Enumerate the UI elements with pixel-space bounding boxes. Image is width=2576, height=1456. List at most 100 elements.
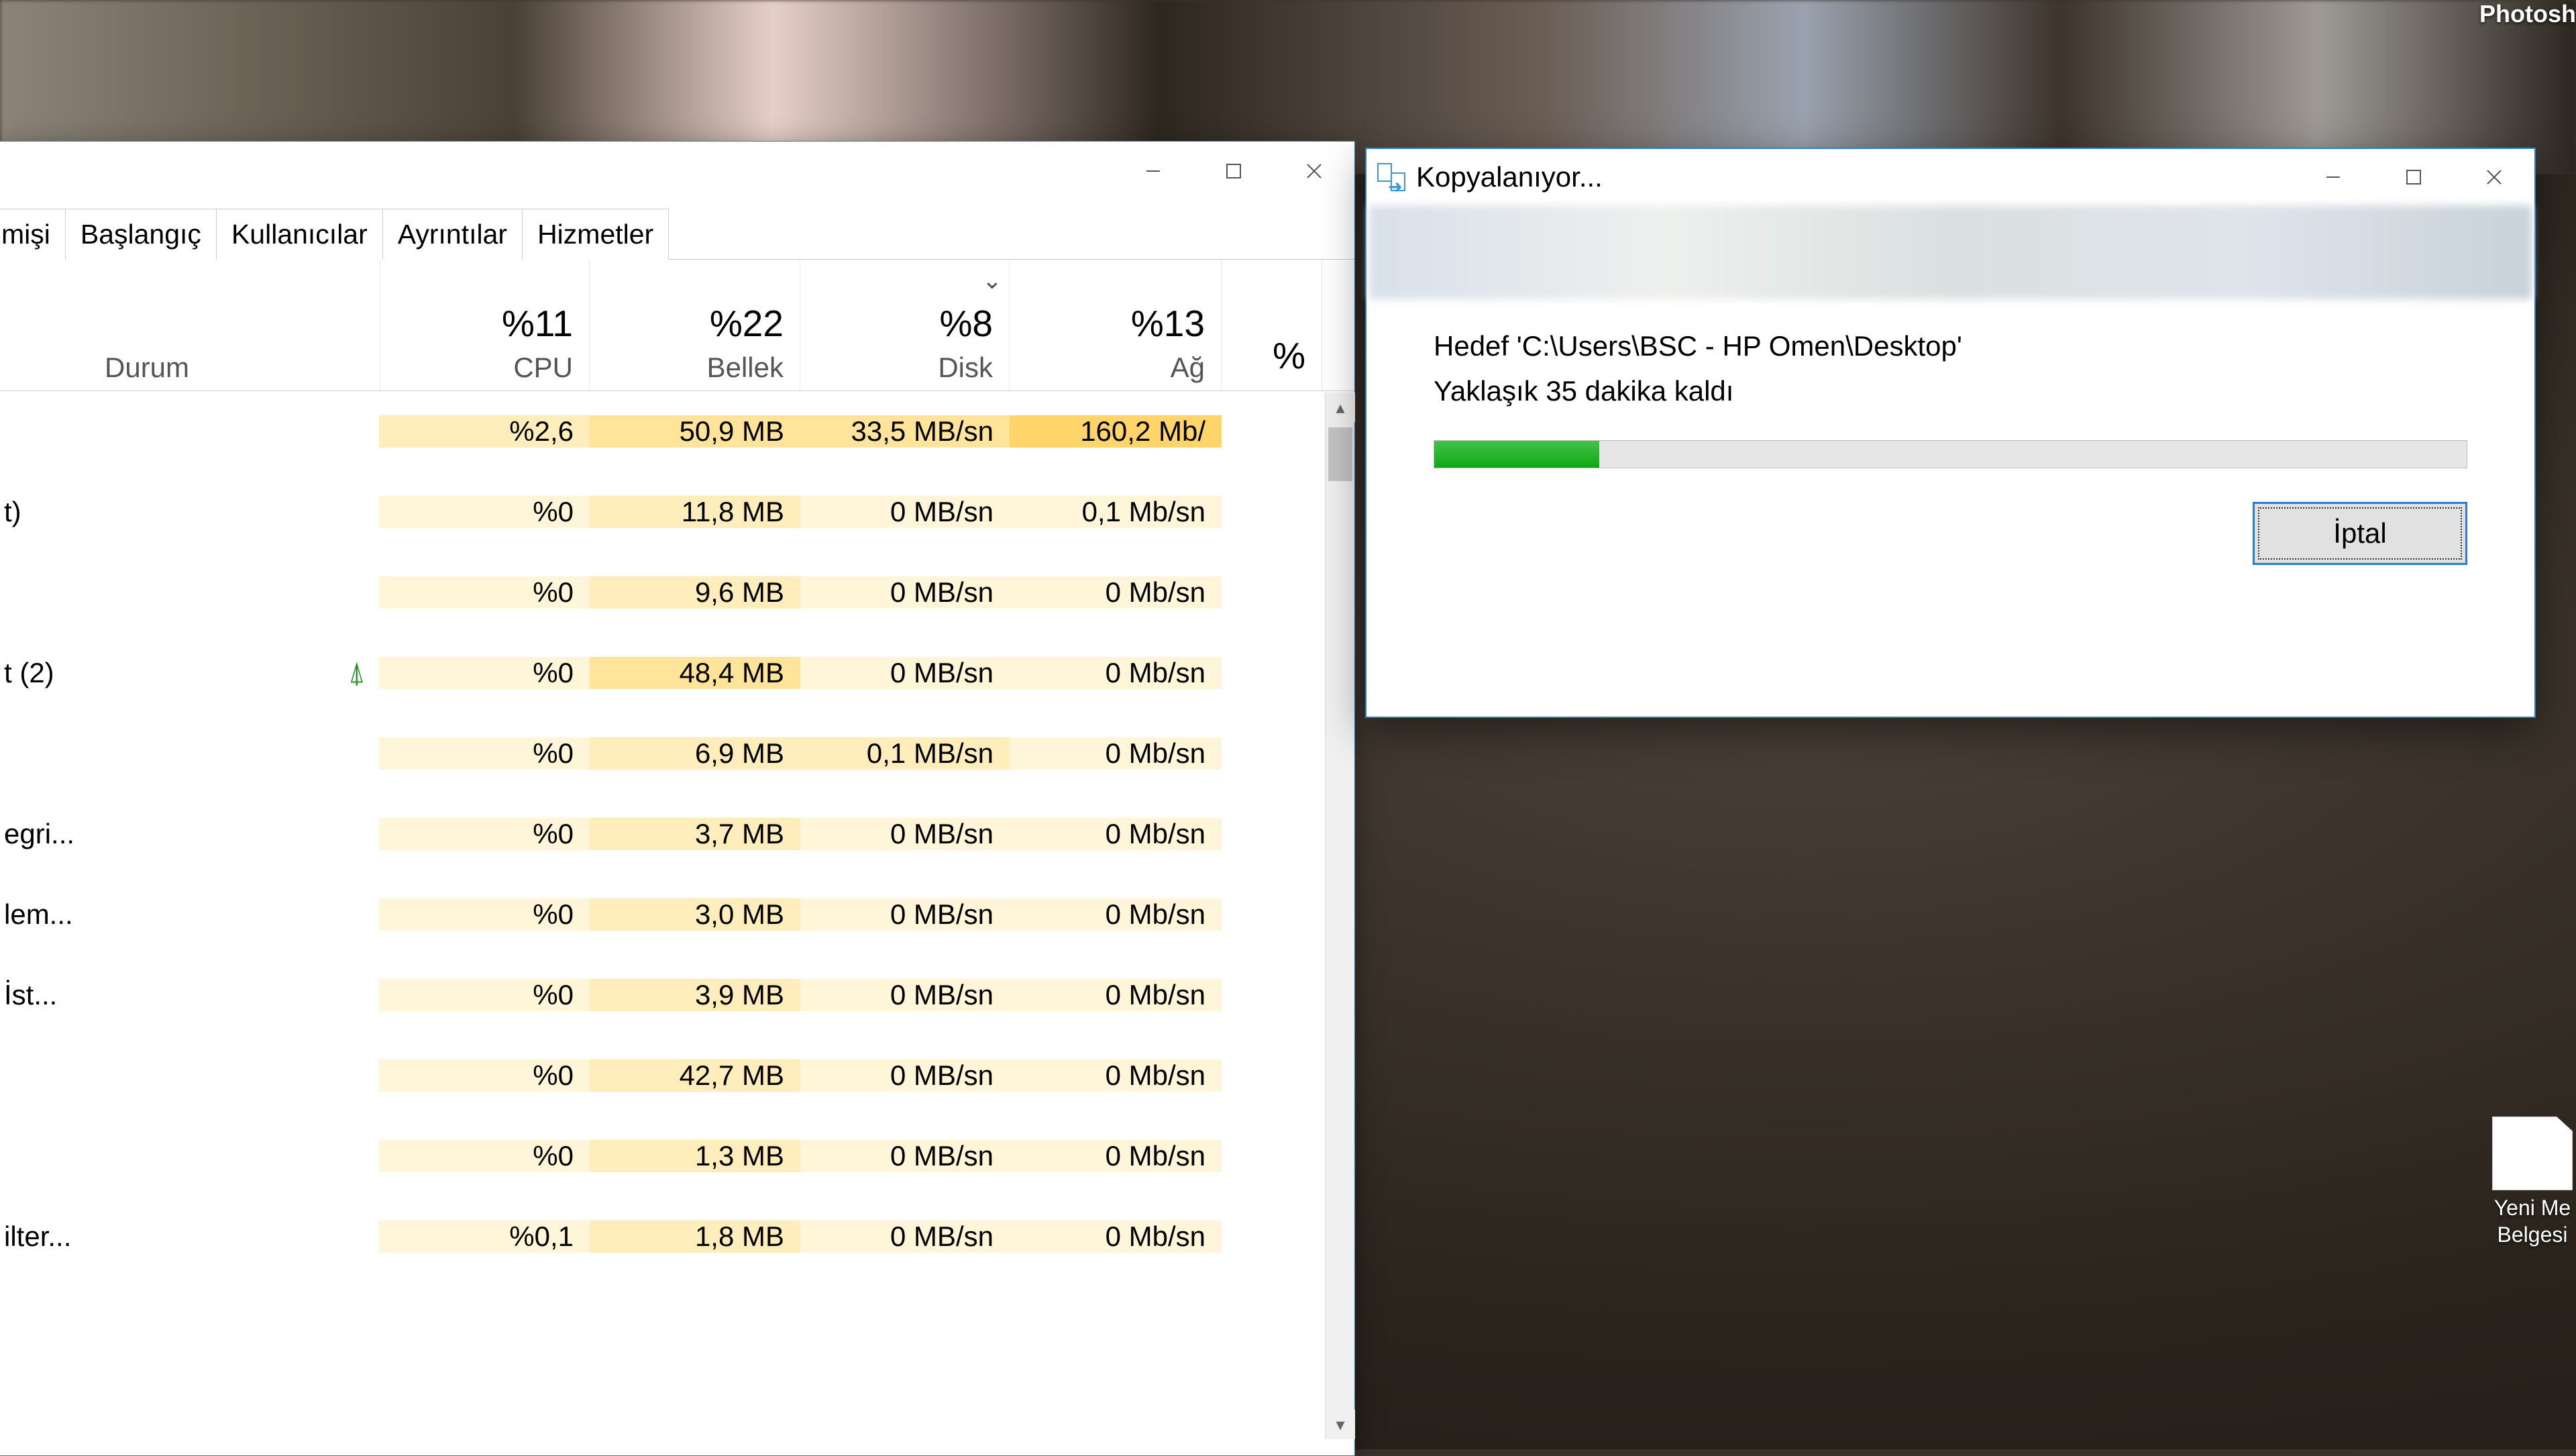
memory-cell: 3,0 MB xyxy=(590,898,800,931)
process-name-cell: ilter... xyxy=(0,1220,379,1253)
column-header-network[interactable]: %13 Ağ xyxy=(1010,260,1222,391)
process-name-cell: egri... xyxy=(0,818,379,850)
desktop-icon-photoshop[interactable]: Photosh xyxy=(2482,0,2576,40)
network-cell: 0 Mb/sn xyxy=(1010,818,1222,850)
column-header-disk[interactable]: ⌄ %8 Disk xyxy=(800,260,1010,391)
memory-cell: 48,4 MB xyxy=(590,657,800,689)
task-manager-window: mişiBaşlangıçKullanıcılarAyrıntılarHizme… xyxy=(0,141,1355,1456)
source-info-blurred xyxy=(1369,205,2532,299)
memory-cell: 11,8 MB xyxy=(590,496,800,528)
network-cell: 0 Mb/sn xyxy=(1010,979,1222,1011)
cpu-cell: %0 xyxy=(379,737,590,770)
table-row[interactable]: %09,6 MB0 MB/sn0 Mb/sn xyxy=(0,552,1354,633)
column-header-name[interactable]: Durum xyxy=(0,260,380,391)
column-header-cpu[interactable]: %11 CPU xyxy=(380,260,590,391)
copy-icon: ➜ xyxy=(1377,163,1405,191)
disk-cell: 0 MB/sn xyxy=(800,1140,1010,1172)
network-cell: 0 Mb/sn xyxy=(1010,1059,1222,1092)
memory-cell: 3,9 MB xyxy=(590,979,800,1011)
leaf-icon: ⍋ xyxy=(348,656,366,690)
copy-dialog: ➜ Kopyalanıyor... Hedef 'C:\Users\BSC - … xyxy=(1365,148,2536,718)
scroll-down-arrow[interactable]: ▾ xyxy=(1326,1410,1355,1439)
disk-cell: 0 MB/sn xyxy=(800,1059,1010,1092)
column-header-extra[interactable]: % xyxy=(1222,260,1322,391)
process-name-cell: lem... xyxy=(0,898,379,931)
cpu-cell: %2,6 xyxy=(379,415,590,448)
table-row[interactable]: %06,9 MB0,1 MB/sn0 Mb/sn xyxy=(0,713,1354,794)
network-cell: 0 Mb/sn xyxy=(1010,898,1222,931)
dialog-title: Kopyalanıyor... xyxy=(1416,161,1603,193)
desktop-icon-label: Photosh xyxy=(2479,0,2576,28)
memory-cell: 42,7 MB xyxy=(590,1059,800,1092)
scroll-up-arrow[interactable]: ▴ xyxy=(1326,393,1355,422)
network-cell: 0 Mb/sn xyxy=(1010,1140,1222,1172)
table-row[interactable]: %042,7 MB0 MB/sn0 Mb/sn xyxy=(0,1035,1354,1116)
text-file-icon xyxy=(2492,1116,2573,1190)
network-cell: 160,2 Mb/ xyxy=(1010,415,1222,448)
memory-cell: 1,8 MB xyxy=(590,1220,800,1253)
close-button[interactable] xyxy=(2454,149,2534,205)
memory-cell: 9,6 MB xyxy=(590,576,800,609)
tab-ayrıntılar[interactable]: Ayrıntılar xyxy=(382,209,523,260)
table-row[interactable]: İst...%03,9 MB0 MB/sn0 Mb/sn xyxy=(0,955,1354,1035)
tab-hizmetler[interactable]: Hizmetler xyxy=(522,209,669,260)
disk-cell: 0 MB/sn xyxy=(800,1220,1010,1253)
process-table-body: %2,650,9 MB33,5 MB/sn160,2 Mb/t)%011,8 M… xyxy=(0,391,1354,1277)
disk-cell: 0 MB/sn xyxy=(800,657,1010,689)
minimize-button[interactable] xyxy=(1113,142,1193,201)
disk-cell: 0 MB/sn xyxy=(800,979,1010,1011)
memory-cell: 50,9 MB xyxy=(590,415,800,448)
titlebar[interactable] xyxy=(0,142,1354,201)
progress-bar xyxy=(1434,440,2467,468)
network-cell: 0 Mb/sn xyxy=(1010,576,1222,609)
table-row[interactable]: ilter...%0,11,8 MB0 MB/sn0 Mb/sn xyxy=(0,1196,1354,1277)
network-cell: 0 Mb/sn xyxy=(1010,737,1222,770)
desktop-icon-text-doc[interactable]: Yeni Me Belgesi xyxy=(2489,1116,2576,1248)
column-header-memory[interactable]: %22 Bellek xyxy=(590,260,800,391)
network-cell: 0 Mb/sn xyxy=(1010,1220,1222,1253)
disk-cell: 0 MB/sn xyxy=(800,576,1010,609)
disk-cell: 0 MB/sn xyxy=(800,496,1010,528)
tab-kullanıcılar[interactable]: Kullanıcılar xyxy=(216,209,383,260)
network-cell: 0 Mb/sn xyxy=(1010,657,1222,689)
maximize-button[interactable] xyxy=(2373,149,2454,205)
memory-cell: 3,7 MB xyxy=(590,818,800,850)
disk-cell: 0 MB/sn xyxy=(800,898,1010,931)
memory-cell: 1,3 MB xyxy=(590,1140,800,1172)
destination-text: Hedef 'C:\Users\BSC - HP Omen\Desktop' xyxy=(1434,323,2467,368)
table-row[interactable]: egri...%03,7 MB0 MB/sn0 Mb/sn xyxy=(0,794,1354,874)
table-row[interactable]: %01,3 MB0 MB/sn0 Mb/sn xyxy=(0,1116,1354,1196)
titlebar[interactable]: ➜ Kopyalanıyor... xyxy=(1366,149,2534,205)
time-remaining-text: Yaklaşık 35 dakika kaldı xyxy=(1434,368,2467,413)
progress-fill xyxy=(1434,441,1599,468)
cpu-cell: %0 xyxy=(379,576,590,609)
cpu-cell: %0 xyxy=(379,898,590,931)
cpu-cell: %0,1 xyxy=(379,1220,590,1253)
desktop-icon-label: Yeni Me Belgesi xyxy=(2489,1194,2576,1248)
column-header-row: Durum %11 CPU %22 Bellek ⌄ %8 Disk %13 A… xyxy=(0,260,1354,391)
close-button[interactable] xyxy=(1274,142,1354,201)
table-row[interactable]: t (2)⍋%048,4 MB0 MB/sn0 Mb/sn xyxy=(0,633,1354,713)
maximize-button[interactable] xyxy=(1193,142,1274,201)
copy-info: Hedef 'C:\Users\BSC - HP Omen\Desktop' Y… xyxy=(1366,299,2534,427)
scroll-thumb[interactable] xyxy=(1328,427,1352,481)
memory-cell: 6,9 MB xyxy=(590,737,800,770)
tab-bar: mişiBaşlangıçKullanıcılarAyrıntılarHizme… xyxy=(0,201,1354,260)
chevron-down-icon: ⌄ xyxy=(982,266,1002,295)
process-name-cell: İst... xyxy=(0,979,379,1011)
tab-başlangıç[interactable]: Başlangıç xyxy=(65,209,217,260)
tab-mişi[interactable]: mişi xyxy=(0,209,66,260)
table-row[interactable]: %2,650,9 MB33,5 MB/sn160,2 Mb/ xyxy=(0,391,1354,472)
cpu-cell: %0 xyxy=(379,1140,590,1172)
minimize-button[interactable] xyxy=(2293,149,2373,205)
cpu-cell: %0 xyxy=(379,657,590,689)
cancel-button[interactable]: İptal xyxy=(2253,502,2467,565)
network-cell: 0,1 Mb/sn xyxy=(1010,496,1222,528)
process-name-cell: t (2)⍋ xyxy=(0,656,379,690)
vertical-scrollbar[interactable]: ▴ ▾ xyxy=(1325,393,1354,1439)
table-row[interactable]: t)%011,8 MB0 MB/sn0,1 Mb/sn xyxy=(0,472,1354,552)
table-row[interactable]: lem...%03,0 MB0 MB/sn0 Mb/sn xyxy=(0,874,1354,955)
cpu-cell: %0 xyxy=(379,1059,590,1092)
cpu-cell: %0 xyxy=(379,818,590,850)
cpu-cell: %0 xyxy=(379,496,590,528)
